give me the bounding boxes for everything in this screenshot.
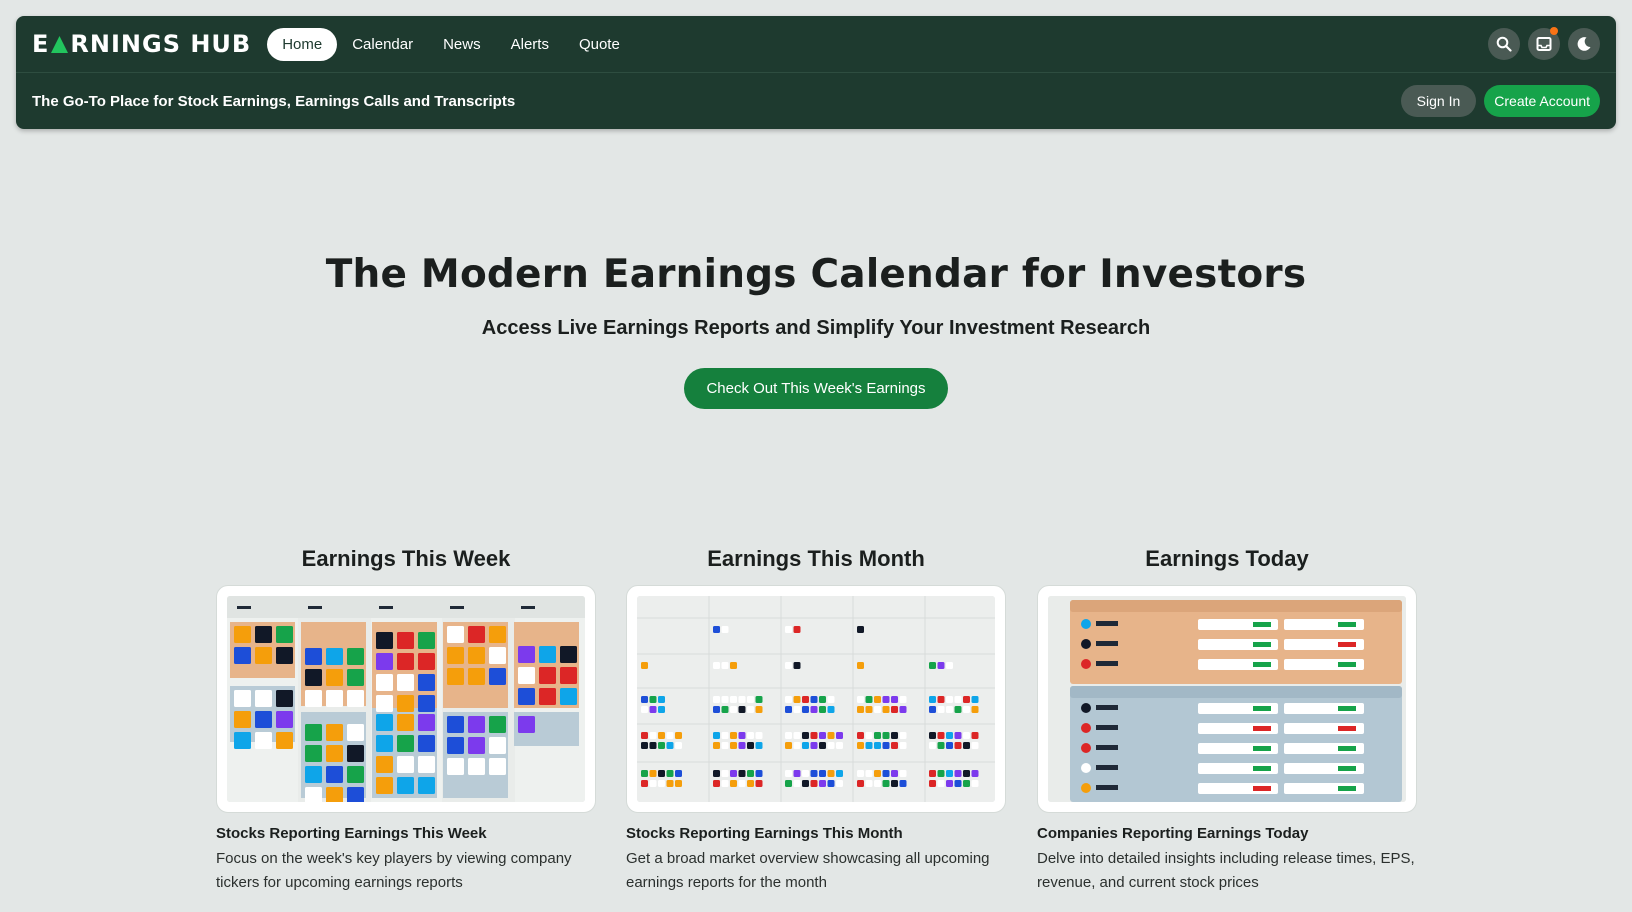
inbox-button[interactable] [1528,27,1560,60]
card-heading: Stocks Reporting Earnings This Week [216,825,487,842]
card-heading: Stocks Reporting Earnings This Month [626,825,903,842]
month-preview-graphic [637,596,995,802]
card-earnings-this-week[interactable]: Earnings This Week Stocks Reporting Earn… [216,546,596,895]
week-calendar-preview-image [227,596,585,802]
card-earnings-this-month[interactable]: Earnings This Month Stocks Reporting Ear… [626,546,1006,895]
nav-quote[interactable]: Quote [564,28,635,61]
nav-alerts[interactable]: Alerts [496,28,564,61]
create-account-button[interactable]: Create Account [1484,85,1600,117]
sub-bar: The Go-To Place for Stock Earnings, Earn… [16,73,1616,129]
hero-section: The Modern Earnings Calendar for Investo… [0,252,1632,409]
card-description: Focus on the week's key players by viewi… [216,850,572,891]
moon-icon [1577,37,1591,51]
card-preview-frame[interactable] [626,585,1006,813]
week-preview-graphic [227,596,585,802]
main-nav: Home Calendar News Alerts Quote [267,27,635,61]
card-preview-frame[interactable] [216,585,596,813]
inbox-icon [1536,37,1552,51]
header-icons [1488,27,1600,60]
today-preview-graphic [1048,596,1406,802]
theme-toggle-button[interactable] [1568,28,1600,60]
sign-in-button[interactable]: Sign In [1400,85,1477,117]
card-title: Earnings This Week [301,546,511,571]
month-calendar-preview-image [637,596,995,802]
nav-news[interactable]: News [428,28,496,61]
today-earnings-preview-image [1048,596,1406,802]
brand-letter-e: E [32,30,50,58]
top-nav-bar: E RNINGS HUB Home Calendar News Alerts Q… [16,16,1616,73]
card-title: Earnings Today [1145,546,1309,571]
site-header: E RNINGS HUB Home Calendar News Alerts Q… [16,16,1616,129]
hero-title: The Modern Earnings Calendar for Investo… [325,252,1307,297]
card-earnings-today[interactable]: Earnings Today Companies Reporting Earni… [1037,546,1417,895]
brand-logo[interactable]: E RNINGS HUB [32,30,251,58]
card-title: Earnings This Month [707,546,925,571]
card-description: Get a broad market overview showcasing a… [626,850,990,891]
nav-calendar[interactable]: Calendar [337,28,428,61]
search-button[interactable] [1488,28,1520,60]
hero-subtitle: Access Live Earnings Reports and Simplif… [481,317,1151,339]
brand-text: RNINGS HUB [70,30,252,58]
auth-buttons: Sign In Create Account [1400,85,1600,117]
nav-home[interactable]: Home [267,27,338,61]
search-icon [1496,36,1512,52]
site-tagline: The Go-To Place for Stock Earnings, Earn… [32,92,516,110]
card-heading: Companies Reporting Earnings Today [1037,825,1309,842]
check-out-earnings-button[interactable]: Check Out This Week's Earnings [684,368,948,409]
logo-triangle-icon [51,35,69,53]
card-description: Delve into detailed insights including r… [1037,850,1415,891]
notification-dot [1550,27,1558,35]
card-preview-frame[interactable] [1037,585,1417,813]
